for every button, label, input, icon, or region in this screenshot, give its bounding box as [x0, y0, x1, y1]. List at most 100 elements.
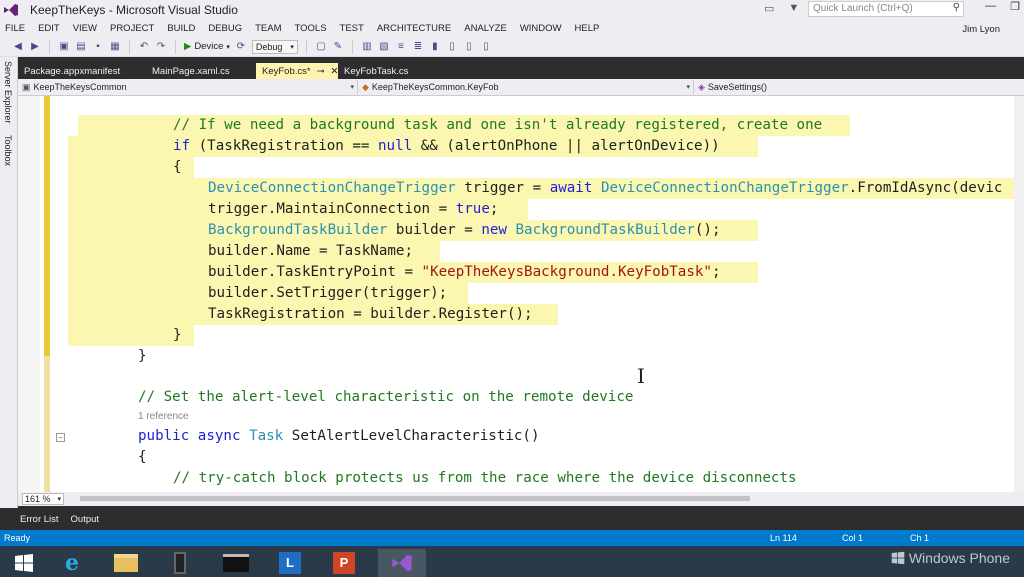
windows-phone-watermark: Windows Phone — [891, 550, 1010, 566]
uncomment-icon[interactable]: ≣ — [412, 41, 424, 53]
menu-project[interactable]: PROJECT — [110, 23, 154, 34]
save-all-icon[interactable]: ▦ — [109, 41, 121, 53]
back-icon[interactable]: ◀ — [12, 41, 24, 53]
windows-phone-label: Windows Phone — [908, 550, 1010, 566]
lync-app[interactable]: L — [266, 549, 314, 577]
menu-window[interactable]: WINDOW — [520, 23, 562, 34]
title-bar: KeepTheKeys - Microsoft Visual Studio ▭ … — [0, 0, 1024, 20]
feedback-icon[interactable]: ▭ — [764, 2, 774, 15]
editor-footer: 161 % ▾ — [18, 492, 1024, 506]
chevron-down-icon: ▾ — [350, 84, 354, 91]
quick-launch-input[interactable]: Quick Launch (Ctrl+Q) ⚲ — [808, 1, 964, 17]
new-project-icon[interactable]: ▣ — [58, 41, 70, 53]
phone-icon — [174, 552, 186, 574]
horizontal-scrollbar-thumb[interactable] — [80, 496, 750, 501]
tab-error-list[interactable]: Error List — [20, 514, 59, 525]
code-line: } — [138, 348, 147, 364]
properties-icon[interactable]: ▧ — [378, 41, 390, 53]
menu-team[interactable]: TEAM — [255, 23, 281, 34]
menu-tools[interactable]: TOOLS — [295, 23, 327, 34]
zoom-select[interactable]: 161 % ▾ — [22, 493, 64, 505]
windows-taskbar: e L P Windows Phone — [0, 546, 1024, 577]
tab-keyfobtask-cs[interactable]: KeyFobTask.cs — [338, 63, 414, 79]
menu-architecture[interactable]: ARCHITECTURE — [377, 23, 451, 34]
left-tool-rail: Server Explorer Toolbox — [0, 57, 18, 508]
zoom-value: 161 % — [25, 494, 51, 504]
next-bookmark-icon[interactable]: ▯ — [463, 41, 475, 53]
status-bar: Ready Ln 114 Col 1 Ch 1 — [0, 530, 1024, 546]
member-dropdown[interactable]: ◈ SaveSettings() — [694, 80, 1024, 94]
text-cursor-icon: I — [637, 364, 645, 388]
code-line: { — [173, 159, 182, 175]
undo-icon[interactable]: ↶ — [138, 41, 150, 53]
toolbar-separator — [351, 39, 353, 54]
code-line: // If we need a background task and one … — [173, 117, 823, 133]
menu-analyze[interactable]: ANALYZE — [464, 23, 507, 34]
member-value: SaveSettings() — [707, 82, 767, 92]
visual-studio-logo-icon — [0, 0, 22, 20]
filter-icon[interactable]: ▼ — [788, 2, 799, 15]
chevron-down-icon: ▾ — [686, 84, 690, 91]
user-name[interactable]: Jim Lyon — [962, 24, 1000, 35]
file-explorer-app[interactable] — [102, 549, 150, 577]
tab-package-appxmanifest[interactable]: Package.appxmanifest — [18, 63, 146, 79]
project-dropdown[interactable]: ▣ KeepTheKeysCommon ▾ — [18, 80, 358, 94]
command-prompt-app[interactable] — [212, 549, 260, 577]
navigation-bar: ▣ KeepTheKeysCommon ▾ ◆ KeepTheKeysCommo… — [18, 79, 1024, 96]
tab-mainpage-xaml-cs[interactable]: MainPage.xaml.cs — [146, 63, 256, 79]
phone-emulator-app[interactable] — [156, 549, 204, 577]
start-button[interactable] — [0, 549, 48, 577]
forward-icon[interactable]: ▶ — [29, 41, 41, 53]
find-icon[interactable]: ▢ — [315, 41, 327, 53]
windows-logo-icon — [15, 554, 33, 572]
menu-edit[interactable]: EDIT — [38, 23, 60, 34]
quick-launch-placeholder: Quick Launch (Ctrl+Q) — [813, 3, 913, 14]
restore-button[interactable]: ❐ — [1010, 0, 1020, 13]
collapse-outline-icon[interactable]: − — [56, 433, 65, 442]
menu-bar: FILE EDIT VIEW PROJECT BUILD DEBUG TEAM … — [0, 20, 1024, 37]
lync-icon: L — [279, 552, 301, 574]
vertical-scrollbar[interactable] — [1014, 96, 1024, 492]
menu-test[interactable]: TEST — [340, 23, 364, 34]
internet-explorer-app[interactable]: e — [48, 549, 96, 577]
terminal-icon — [223, 554, 249, 572]
indicator-margin — [18, 96, 40, 492]
menu-help[interactable]: HELP — [575, 23, 600, 34]
open-file-icon[interactable]: ▤ — [75, 41, 87, 53]
powerpoint-app[interactable]: P — [320, 549, 368, 577]
attach-icon[interactable]: ✎ — [332, 41, 344, 53]
tab-keyfob-cs[interactable]: KeyFob.cs* ⊸ ✕ — [256, 63, 339, 79]
toolbox-tab[interactable]: Toolbox — [3, 135, 13, 166]
menu-build[interactable]: BUILD — [167, 23, 195, 34]
code-editor[interactable]: // If we need a background task and one … — [18, 96, 1024, 492]
project-value: KeepTheKeysCommon — [33, 82, 127, 92]
menu-debug[interactable]: DEBUG — [208, 23, 242, 34]
code-line: { — [138, 449, 147, 465]
comment-icon[interactable]: ≡ — [395, 41, 407, 53]
window-title: KeepTheKeys - Microsoft Visual Studio — [30, 3, 238, 17]
pin-icon[interactable]: ⊸ — [317, 66, 325, 77]
visual-studio-app[interactable] — [378, 549, 426, 577]
run-button[interactable]: ▶ Device ▾ — [184, 41, 230, 52]
play-icon: ▶ — [184, 41, 192, 52]
minimize-button[interactable]: — — [985, 0, 996, 13]
toolbar-separator — [305, 39, 307, 54]
configuration-select[interactable]: Debug ▾ — [251, 39, 298, 54]
server-explorer-tab[interactable]: Server Explorer — [3, 61, 13, 124]
code-line: } — [173, 327, 182, 343]
tab-output[interactable]: Output — [71, 514, 100, 525]
type-dropdown[interactable]: ◆ KeepTheKeysCommon.KeyFob ▾ — [358, 80, 694, 94]
toolbar-separator — [129, 39, 130, 54]
refresh-icon[interactable]: ⟳ — [235, 41, 247, 53]
solution-explorer-icon[interactable]: ▥ — [361, 41, 373, 53]
menu-file[interactable]: FILE — [5, 23, 25, 34]
bookmark-icon[interactable]: ▮ — [429, 41, 441, 53]
clear-bookmarks-icon[interactable]: ▯ — [480, 41, 492, 53]
prev-bookmark-icon[interactable]: ▯ — [446, 41, 458, 53]
codelens-reference-count[interactable]: 1 reference — [138, 411, 189, 422]
save-icon[interactable]: ▪ — [92, 41, 104, 53]
redo-icon[interactable]: ↷ — [155, 41, 167, 53]
menu-view[interactable]: VIEW — [73, 23, 97, 34]
column-number: Col 1 — [842, 533, 864, 543]
standard-toolbar: ◀ ▶ ▣ ▤ ▪ ▦ ↶ ↷ ▶ Device ▾ ⟳ Debug ▾ ▢ ✎… — [0, 37, 1024, 57]
